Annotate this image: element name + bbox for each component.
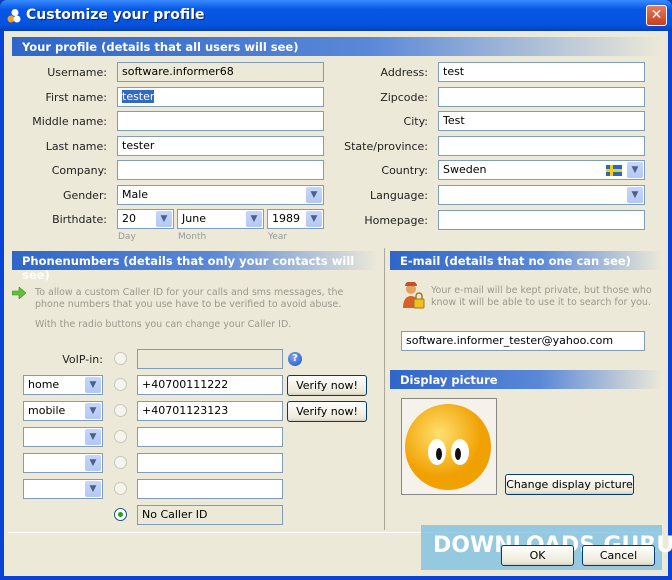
zipcode-label: Zipcode:: [380, 91, 428, 104]
month-select[interactable]: June ▼: [177, 209, 264, 229]
phone-number-field[interactable]: [137, 479, 283, 499]
chevron-down-icon: ▼: [156, 211, 172, 227]
phone-number-field[interactable]: [137, 427, 283, 447]
no-caller-id-radio[interactable]: [114, 508, 127, 521]
voip-field: [137, 349, 283, 369]
month-value: June: [182, 212, 206, 225]
chevron-down-icon: ▼: [85, 481, 101, 497]
chevron-down-icon: ▼: [85, 429, 101, 445]
phone-section-header: Phonenumbers (details that only your con…: [12, 251, 378, 282]
gender-value: Male: [122, 188, 149, 201]
phone-type-select[interactable]: ▼: [23, 453, 103, 473]
first-name-field[interactable]: tester: [117, 87, 324, 107]
middle-name-field[interactable]: [117, 111, 324, 131]
gender-select[interactable]: Male ▼: [117, 185, 324, 205]
phone-number-field[interactable]: +40700111222: [137, 375, 283, 395]
smiley-avatar-icon: [405, 404, 491, 490]
chevron-down-icon: ▼: [85, 377, 101, 393]
sweden-flag-icon: [606, 165, 622, 176]
chevron-down-icon: ▼: [627, 187, 643, 203]
help-icon[interactable]: ?: [288, 352, 302, 366]
phone-number-field[interactable]: +40701123123: [137, 401, 283, 421]
chevron-down-icon: ▼: [85, 455, 101, 471]
address-label: Address:: [380, 66, 428, 79]
birthdate-label: Birthdate:: [52, 213, 107, 226]
username-label: Username:: [47, 66, 107, 79]
vertical-divider: [384, 248, 385, 530]
caller-id-radio[interactable]: [114, 456, 127, 469]
profile-section-header: Your profile (details that all users wil…: [12, 37, 662, 56]
city-label: City:: [403, 115, 428, 128]
no-caller-id-field: No Caller ID: [137, 505, 283, 525]
chevron-down-icon: ▼: [85, 403, 101, 419]
email-info-text: Your e-mail will be kept private, but th…: [431, 285, 652, 308]
change-display-picture-button[interactable]: Change display picture: [505, 474, 634, 495]
display-picture: [401, 398, 497, 495]
email-section-header: E-mail (details that no one can see): [390, 251, 662, 270]
chevron-down-icon: ▼: [246, 211, 262, 227]
homepage-label: Homepage:: [364, 214, 428, 227]
last-name-label: Last name:: [45, 140, 107, 153]
state-field[interactable]: [438, 136, 645, 156]
day-select[interactable]: 20 ▼: [117, 209, 174, 229]
language-select[interactable]: ▼: [438, 185, 645, 205]
ok-button[interactable]: OK: [501, 545, 574, 566]
company-field[interactable]: [117, 160, 324, 180]
city-field[interactable]: Test: [438, 111, 645, 131]
user-lock-icon: [403, 282, 425, 309]
day-caption: Day: [118, 232, 136, 242]
country-value: Sweden: [443, 163, 487, 176]
address-field[interactable]: test: [438, 62, 645, 82]
zipcode-field[interactable]: [438, 87, 645, 107]
caller-id-radio[interactable]: [114, 404, 127, 417]
last-name-field[interactable]: tester: [117, 136, 324, 156]
username-field: software.informer68: [117, 62, 324, 82]
gender-label: Gender:: [62, 189, 107, 202]
cancel-button[interactable]: Cancel: [582, 545, 655, 566]
middle-name-label: Middle name:: [32, 115, 107, 128]
phone-type-value: mobile: [28, 404, 66, 417]
chevron-down-icon: ▼: [627, 162, 643, 178]
month-caption: Month: [178, 232, 207, 242]
day-value: 20: [122, 212, 136, 225]
year-value: 1989: [272, 212, 300, 225]
voip-label: VoIP-in:: [62, 353, 103, 366]
year-caption: Year: [268, 232, 288, 242]
phone-number-field[interactable]: [137, 453, 283, 473]
caller-id-info-text: With the radio buttons you can change yo…: [35, 319, 292, 330]
first-name-value: tester: [122, 90, 155, 103]
voip-radio[interactable]: [114, 352, 127, 365]
phone-type-select[interactable]: ▼: [23, 479, 103, 499]
year-select[interactable]: 1989 ▼: [267, 209, 324, 229]
first-name-label: First name:: [45, 91, 107, 104]
caller-id-radio[interactable]: [114, 378, 127, 391]
phone-info-text: To allow a custom Caller ID for your cal…: [35, 287, 344, 310]
verify-now-button[interactable]: Verify now!: [287, 401, 367, 422]
language-label: Language:: [370, 189, 428, 202]
picture-section-header: Display picture: [390, 370, 662, 389]
phone-type-select[interactable]: ▼: [23, 427, 103, 447]
phone-type-select[interactable]: home ▼: [23, 375, 103, 395]
homepage-field[interactable]: [438, 210, 645, 230]
chevron-down-icon: ▼: [306, 211, 322, 227]
chevron-down-icon: ▼: [306, 187, 322, 203]
state-label: State/province:: [344, 140, 428, 153]
company-label: Company:: [51, 164, 107, 177]
email-field[interactable]: software.informer_tester@yahoo.com: [401, 331, 645, 351]
country-label: Country:: [381, 164, 428, 177]
green-arrow-icon: [12, 287, 26, 299]
caller-id-radio[interactable]: [114, 430, 127, 443]
phone-type-value: home: [28, 378, 60, 391]
caller-id-radio[interactable]: [114, 482, 127, 495]
country-select[interactable]: Sweden ▼: [438, 160, 645, 180]
phone-type-select[interactable]: mobile ▼: [23, 401, 103, 421]
verify-now-button[interactable]: Verify now!: [287, 375, 367, 396]
